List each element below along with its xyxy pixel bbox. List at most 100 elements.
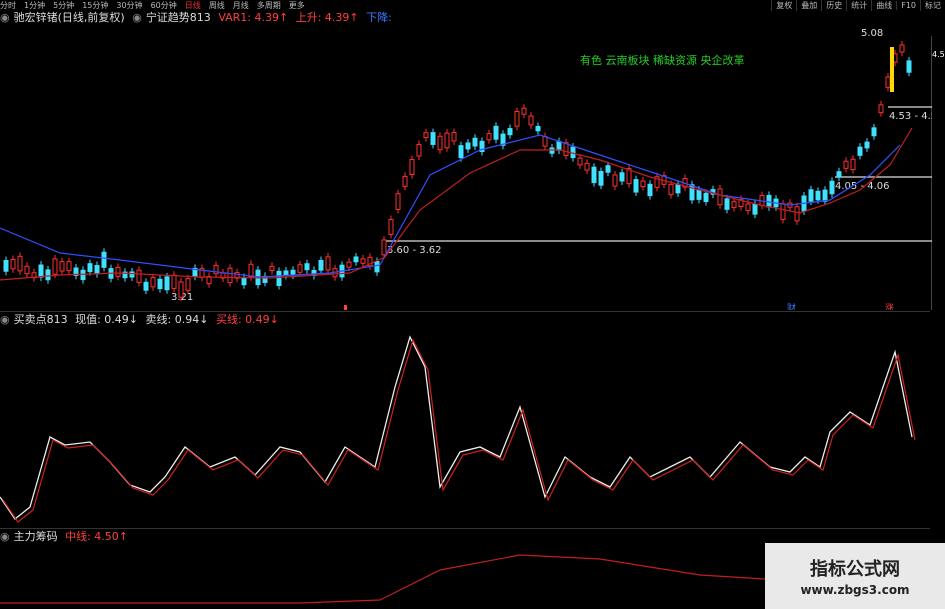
candle-body (878, 104, 884, 114)
toolbar-button[interactable]: 叠加 (796, 0, 821, 11)
candle-body (416, 143, 422, 157)
candle-body (17, 255, 23, 272)
candle-body (185, 278, 191, 291)
candle-body (52, 258, 58, 275)
candle-body (283, 270, 289, 277)
toolbar-button[interactable]: 统计 (846, 0, 871, 11)
candle-body (430, 132, 436, 145)
candle-body (472, 137, 478, 147)
candlestick-chart[interactable]: 有色 云南板块 稀缺资源 央企改革 5.08 3.21 3.60 - 3.62 … (0, 25, 932, 310)
period-tab[interactable]: 30分钟 (116, 0, 142, 11)
watermark: 指标公式网 www.zbgs3.com (765, 543, 945, 609)
candle-body (794, 206, 800, 222)
candle-body (724, 198, 730, 210)
candle-body (829, 180, 835, 195)
toolbar-button[interactable]: F10 (896, 0, 920, 10)
candle-body (297, 264, 303, 273)
candle-body (101, 251, 107, 268)
sub2-name[interactable]: 主力筹码 (14, 530, 58, 543)
candle-body (885, 76, 891, 88)
candle-body (374, 261, 380, 273)
candle-body (766, 194, 772, 208)
indicator-dot-icon[interactable]: ◉ (132, 11, 142, 24)
event-marker-fin[interactable]: 财 (787, 302, 796, 310)
indicator-name[interactable]: 宁证趋势813 (146, 11, 211, 24)
price-axis-label: 4.5 (932, 50, 945, 59)
candle-body (906, 60, 912, 73)
toolbar-button[interactable]: 曲线 (871, 0, 896, 11)
candle-body (136, 269, 142, 283)
candle-body (360, 258, 366, 264)
main-chart-header: ◉ 驰宏锌锗(日线,前复权) ◉ 宁证趋势813 VAR1: 4.39↑ 上升: 4… (0, 11, 396, 25)
period-tab[interactable]: 5分钟 (53, 0, 74, 11)
candle-body (353, 256, 359, 263)
candle-body (486, 133, 492, 141)
toolbar-button[interactable]: 历史 (821, 0, 846, 11)
band-label-1: 3.60 - 3.62 (387, 245, 442, 256)
stock-title: 驰宏锌锗(日线,前复权) (13, 11, 125, 24)
toolbar-button[interactable]: 标记 (920, 0, 945, 11)
candle-body (304, 263, 310, 271)
event-marker-small[interactable] (344, 305, 347, 310)
band-label-2: 4.05 - 4.06 (835, 181, 890, 192)
candle-body (171, 274, 177, 289)
candle-body (80, 269, 86, 281)
sub1-header: ◉ 买卖点813 现值: 0.49↓ 卖线: 0.94↓ 买线: 0.49↓ (0, 313, 283, 327)
toolbar-button[interactable]: 复权 (771, 0, 796, 11)
period-tab[interactable]: 多周期 (257, 0, 281, 11)
candle-body (290, 269, 296, 276)
candle-body (843, 160, 849, 169)
sub2-header: ◉ 主力筹码 中线: 4.50↑ (0, 530, 132, 544)
sub1-sell: 卖线: 0.94↓ (145, 313, 209, 326)
candle-body (318, 259, 324, 271)
oscillator-chart[interactable] (0, 327, 932, 527)
sub1-dot-icon[interactable]: ◉ (0, 313, 10, 326)
buy-line (2, 338, 916, 523)
period-tab[interactable]: 15分钟 (82, 0, 108, 11)
candle-body (633, 179, 639, 193)
settings-dot-icon[interactable]: ◉ (0, 11, 10, 24)
candle-body (115, 266, 121, 277)
candle-body (38, 264, 44, 278)
period-toolbar: 分时 1分钟 5分钟 15分钟 30分钟 60分钟 日线 周线 月线 多周期 更多 复权 叠加 历史 统计… (0, 0, 945, 11)
sub1-now: 现值: 0.49↓ (75, 313, 139, 326)
candle-body (521, 107, 527, 115)
panel-divider (0, 311, 930, 312)
candle-body (549, 147, 555, 154)
sector-tags: 有色 云南板块 稀缺资源 央企改革 (580, 53, 745, 67)
period-tab[interactable]: 分时 (0, 0, 16, 11)
candle-body (752, 203, 758, 215)
period-tab[interactable]: 60分钟 (151, 0, 177, 11)
candle-body (584, 162, 590, 171)
candle-body (598, 171, 604, 186)
band-label-3: 4.53 - 4.5 (889, 111, 932, 122)
period-tabs: 分时 1分钟 5分钟 15分钟 30分钟 60分钟 日线 周线 月线 多周期 更多 (0, 0, 313, 11)
candle-body (143, 281, 149, 291)
candle-body (66, 261, 72, 272)
period-tab[interactable]: 日线 (185, 0, 201, 11)
period-tab[interactable]: 1分钟 (24, 0, 45, 11)
sub1-name[interactable]: 买卖点813 (14, 313, 68, 326)
candle-body (129, 271, 135, 278)
sell-line (0, 335, 913, 520)
candle-body (24, 265, 30, 275)
watermark-url: www.zbgs3.com (800, 583, 910, 597)
watermark-title: 指标公式网 (810, 559, 900, 580)
candle-body (871, 127, 877, 137)
sub2-dot-icon[interactable]: ◉ (0, 530, 10, 543)
candle-body (850, 158, 856, 171)
candle-body (437, 135, 443, 151)
candle-body (696, 189, 702, 200)
candle-body (612, 174, 618, 187)
period-tab[interactable]: 月线 (233, 0, 249, 11)
high-price-label: 5.08 (861, 28, 883, 39)
period-tab[interactable]: 周线 (209, 0, 225, 11)
candle-body (542, 136, 548, 147)
candle-body (815, 190, 821, 201)
period-tab[interactable]: 更多 (289, 0, 305, 11)
candle-body (94, 265, 100, 275)
right-price-axis: 4.5 (931, 36, 945, 310)
candle-body (465, 142, 471, 150)
candle-body (325, 256, 331, 271)
event-marker-up[interactable]: 涨 (885, 303, 894, 310)
